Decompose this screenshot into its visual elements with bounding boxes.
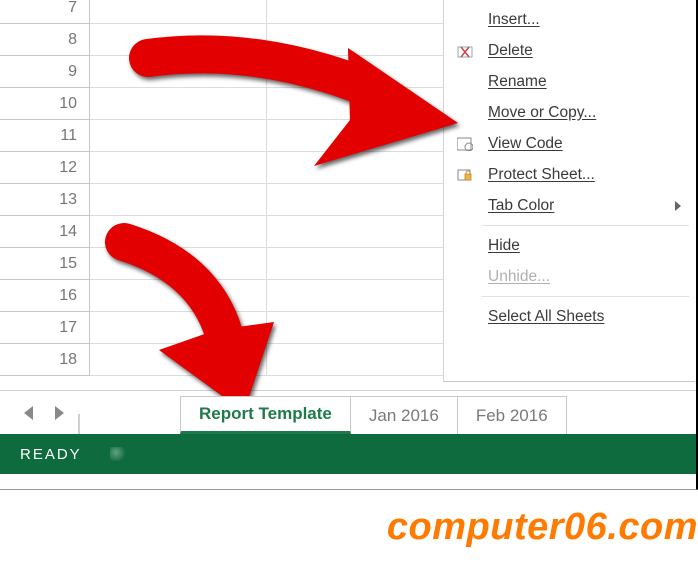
sheet-context-menu: Insert... Delete Rename Move or Copy... … <box>443 0 695 382</box>
menu-separator <box>482 296 689 297</box>
cell[interactable] <box>90 152 267 184</box>
spreadsheet-grid[interactable]: 7 8 9 10 11 12 13 14 15 16 17 18 <box>0 0 444 392</box>
cell[interactable] <box>90 120 267 152</box>
delete-icon <box>456 43 474 59</box>
row-header[interactable]: 17 <box>0 312 90 344</box>
protect-sheet-icon <box>456 167 474 183</box>
cell[interactable] <box>267 88 444 120</box>
row-header[interactable]: 13 <box>0 184 90 216</box>
cell[interactable] <box>267 216 444 248</box>
menu-rename[interactable]: Rename <box>444 66 695 97</box>
excel-window: 7 8 9 10 11 12 13 14 15 16 17 18 Insert.… <box>0 0 698 490</box>
cell[interactable] <box>90 56 267 88</box>
status-ready: READY <box>20 446 82 463</box>
cell[interactable] <box>267 24 444 56</box>
menu-hide[interactable]: Hide <box>444 230 695 261</box>
cell[interactable] <box>90 184 267 216</box>
cell[interactable] <box>267 0 444 24</box>
menu-delete[interactable]: Delete <box>444 35 695 66</box>
menu-view-code[interactable]: View Code <box>444 128 695 159</box>
tab-nav[interactable] <box>0 392 78 434</box>
status-bar: READY <box>0 434 698 474</box>
tab-prev-icon[interactable] <box>24 406 33 420</box>
submenu-caret-icon <box>675 201 681 211</box>
cell[interactable] <box>90 248 267 280</box>
row-header[interactable]: 14 <box>0 216 90 248</box>
cell[interactable] <box>267 152 444 184</box>
cell[interactable] <box>90 344 267 376</box>
cell[interactable] <box>267 280 444 312</box>
cell[interactable] <box>267 248 444 280</box>
menu-select-all-sheets[interactable]: Select All Sheets <box>444 301 695 332</box>
cell[interactable] <box>90 280 267 312</box>
menu-separator <box>482 225 689 226</box>
cell[interactable] <box>90 216 267 248</box>
sheet-tab-active[interactable]: Report Template <box>180 396 351 434</box>
row-header[interactable]: 8 <box>0 24 90 56</box>
menu-insert[interactable]: Insert... <box>444 4 695 35</box>
cell[interactable] <box>90 312 267 344</box>
cell[interactable] <box>90 88 267 120</box>
tab-next-icon[interactable] <box>55 406 64 420</box>
cell[interactable] <box>267 184 444 216</box>
cell[interactable] <box>267 312 444 344</box>
row-header[interactable]: 16 <box>0 280 90 312</box>
cell[interactable] <box>90 24 267 56</box>
sheet-tab-bar: Report Template Jan 2016 Feb 2016 <box>0 390 698 434</box>
sheet-tab[interactable]: Feb 2016 <box>457 396 567 434</box>
cell[interactable] <box>267 120 444 152</box>
row-header[interactable]: 10 <box>0 88 90 120</box>
menu-move-or-copy[interactable]: Move or Copy... <box>444 97 695 128</box>
menu-tab-color[interactable]: Tab Color <box>444 190 695 221</box>
view-code-icon <box>456 136 474 152</box>
macro-record-icon[interactable] <box>110 447 130 461</box>
row-header[interactable]: 7 <box>0 0 90 24</box>
row-header[interactable]: 9 <box>0 56 90 88</box>
cell[interactable] <box>90 0 267 24</box>
row-header[interactable]: 12 <box>0 152 90 184</box>
menu-unhide: Unhide... <box>444 261 695 292</box>
row-header[interactable]: 15 <box>0 248 90 280</box>
sheet-tab[interactable]: Jan 2016 <box>350 396 458 434</box>
cell[interactable] <box>267 56 444 88</box>
cell[interactable] <box>267 344 444 376</box>
row-header[interactable]: 11 <box>0 120 90 152</box>
row-header[interactable]: 18 <box>0 344 90 376</box>
menu-protect-sheet[interactable]: Protect Sheet... <box>444 159 695 190</box>
watermark-text: computer06.com <box>387 506 698 549</box>
